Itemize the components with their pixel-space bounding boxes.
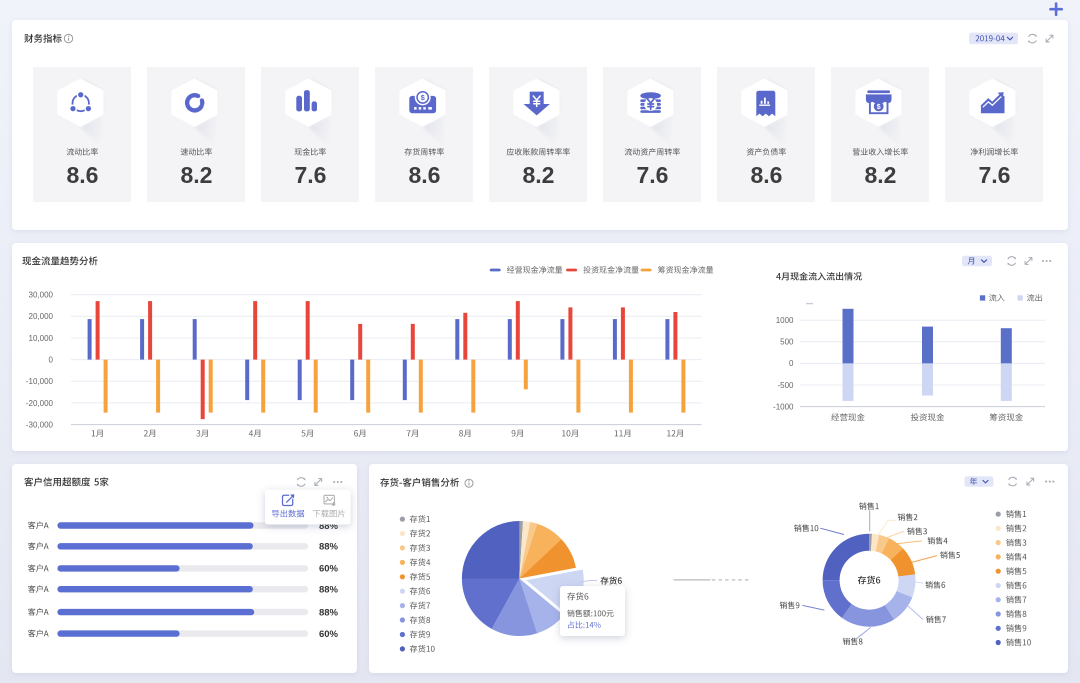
svg-text:60%: 60% bbox=[319, 564, 339, 575]
svg-text:$: $ bbox=[877, 104, 881, 111]
svg-text:-20,000: -20,000 bbox=[26, 399, 54, 408]
svg-text:-30,000: -30,000 bbox=[26, 420, 54, 429]
svg-text:7.6: 7.6 bbox=[295, 162, 327, 188]
svg-text:8.2: 8.2 bbox=[865, 162, 897, 188]
svg-text:88%: 88% bbox=[319, 585, 339, 596]
svg-text:88%: 88% bbox=[319, 607, 339, 618]
svg-text:-1000: -1000 bbox=[773, 402, 794, 411]
svg-text:7.6: 7.6 bbox=[637, 162, 669, 188]
svg-text:30,000: 30,000 bbox=[29, 291, 54, 300]
svg-text:-10,000: -10,000 bbox=[26, 377, 54, 386]
svg-text:8.2: 8.2 bbox=[523, 162, 555, 188]
svg-text:8.2: 8.2 bbox=[181, 162, 213, 188]
svg-text:500: 500 bbox=[780, 338, 794, 347]
svg-text:88%: 88% bbox=[319, 542, 339, 553]
svg-text:20,000: 20,000 bbox=[29, 312, 54, 321]
svg-text:-500: -500 bbox=[777, 381, 794, 390]
svg-text:10,000: 10,000 bbox=[29, 334, 54, 343]
svg-text:7.6: 7.6 bbox=[979, 162, 1011, 188]
svg-text:0: 0 bbox=[789, 359, 794, 368]
svg-text:8.6: 8.6 bbox=[751, 162, 783, 188]
svg-text:$: $ bbox=[421, 93, 425, 102]
svg-text:8.6: 8.6 bbox=[409, 162, 441, 188]
svg-text:1000: 1000 bbox=[776, 316, 794, 325]
svg-text:8.6: 8.6 bbox=[67, 162, 99, 188]
svg-text:0: 0 bbox=[49, 355, 54, 364]
svg-text:60%: 60% bbox=[319, 629, 339, 640]
